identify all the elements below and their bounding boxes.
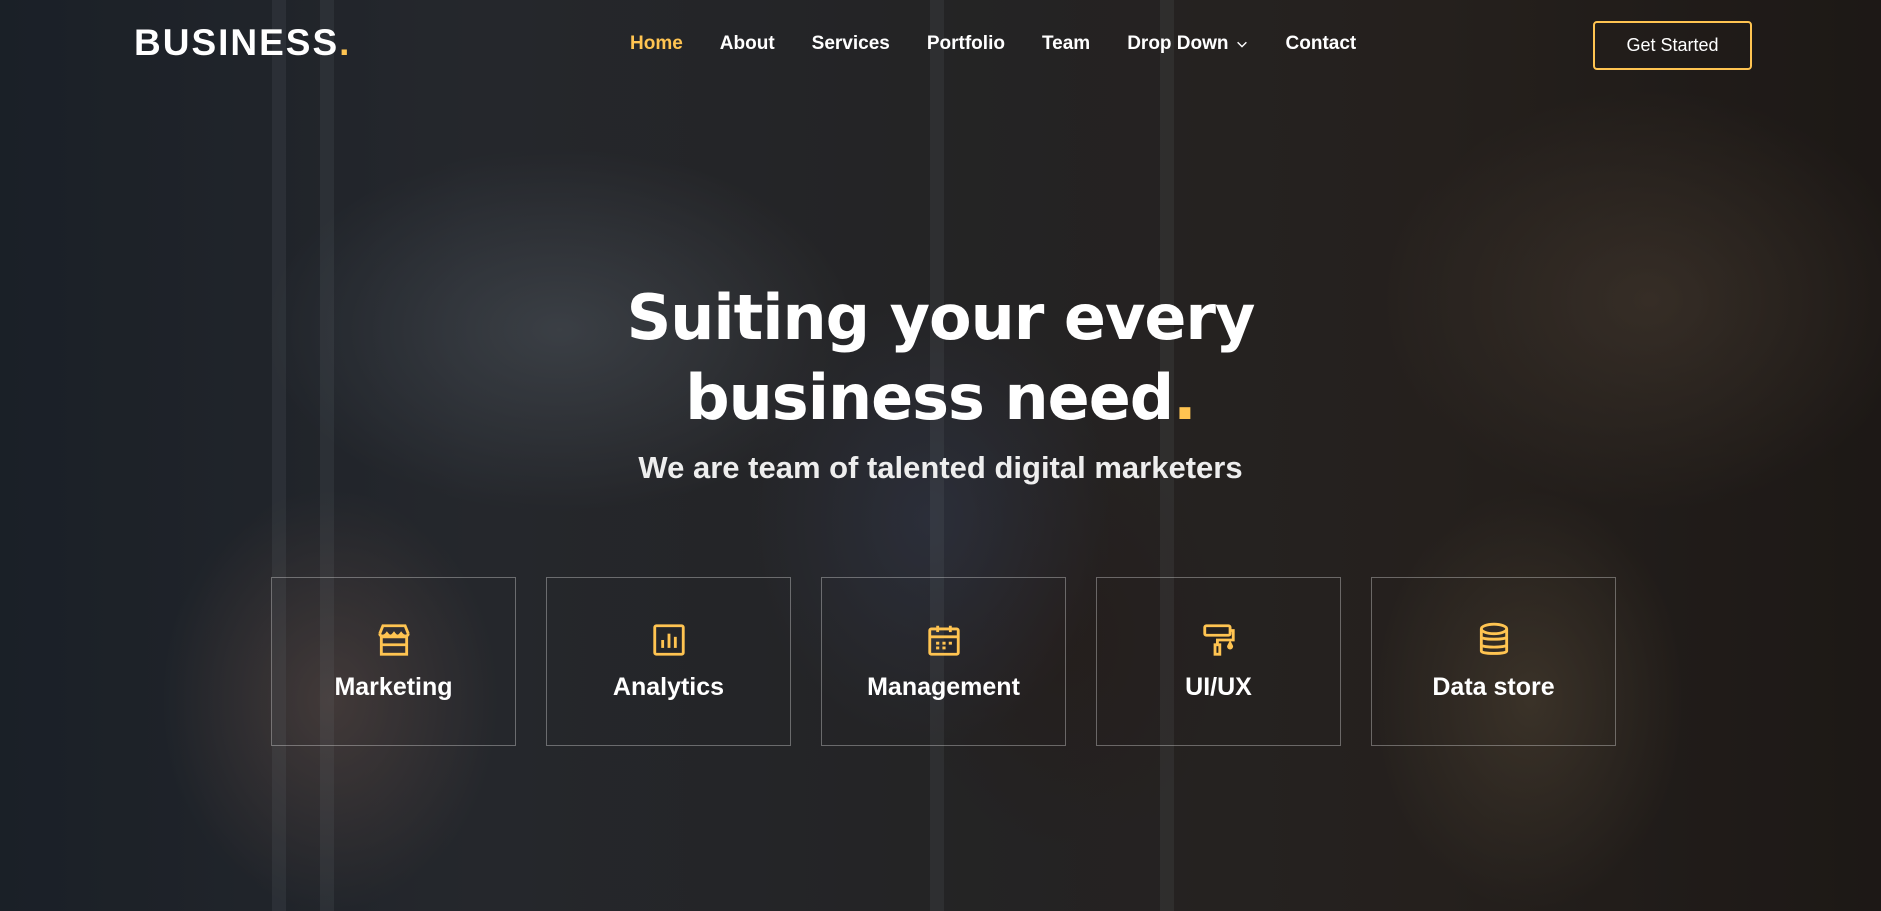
feature-box-analytics[interactable]: Analytics bbox=[546, 577, 791, 746]
nav-portfolio[interactable]: Portfolio bbox=[927, 33, 1005, 55]
calendar-icon bbox=[927, 625, 960, 656]
feature-label: Data store bbox=[1432, 673, 1555, 701]
feature-box-ui-ux[interactable]: UI/UX bbox=[1096, 577, 1341, 746]
brand-dot: . bbox=[339, 22, 352, 63]
feature-boxes: Marketing Analytics Management UI/UX Dat… bbox=[271, 577, 1616, 746]
get-started-button[interactable]: Get Started bbox=[1593, 21, 1752, 70]
nav-home[interactable]: Home bbox=[630, 33, 683, 55]
paint-roller-icon bbox=[1202, 624, 1235, 656]
hero-title-dot: . bbox=[1173, 361, 1197, 434]
brand-logo[interactable]: BUSINESS. bbox=[134, 22, 351, 64]
hero-title-line1: Suiting your every bbox=[626, 281, 1256, 354]
feature-box-management[interactable]: Management bbox=[821, 577, 1066, 746]
hero-title: Suiting your every business need. bbox=[0, 278, 1881, 438]
feature-box-data-store[interactable]: Data store bbox=[1371, 577, 1616, 746]
feature-label: UI/UX bbox=[1185, 673, 1252, 701]
feature-label: Marketing bbox=[334, 673, 453, 701]
feature-label: Management bbox=[867, 673, 1020, 701]
site-header: BUSINESS. Home About Services Portfolio … bbox=[0, 0, 1881, 90]
nav-team[interactable]: Team bbox=[1042, 33, 1090, 55]
bar-chart-icon bbox=[652, 624, 685, 656]
feature-box-marketing[interactable]: Marketing bbox=[271, 577, 516, 746]
store-icon bbox=[377, 624, 410, 656]
nav-drop-down-label: Drop Down bbox=[1127, 33, 1229, 54]
brand-name: BUSINESS bbox=[134, 22, 340, 63]
main-nav: Home About Services Portfolio Team Drop … bbox=[630, 33, 1356, 55]
feature-label: Analytics bbox=[612, 673, 725, 701]
chevron-down-icon bbox=[1236, 41, 1247, 48]
hero-subtitle: We are team of talented digital marketer… bbox=[638, 450, 1243, 485]
database-icon bbox=[1479, 622, 1508, 655]
nav-contact[interactable]: Contact bbox=[1286, 33, 1357, 55]
hero-title-line2: business need bbox=[685, 361, 1174, 434]
nav-drop-down[interactable]: Drop Down bbox=[1127, 33, 1248, 55]
nav-about[interactable]: About bbox=[720, 33, 775, 55]
nav-services[interactable]: Services bbox=[812, 33, 890, 55]
